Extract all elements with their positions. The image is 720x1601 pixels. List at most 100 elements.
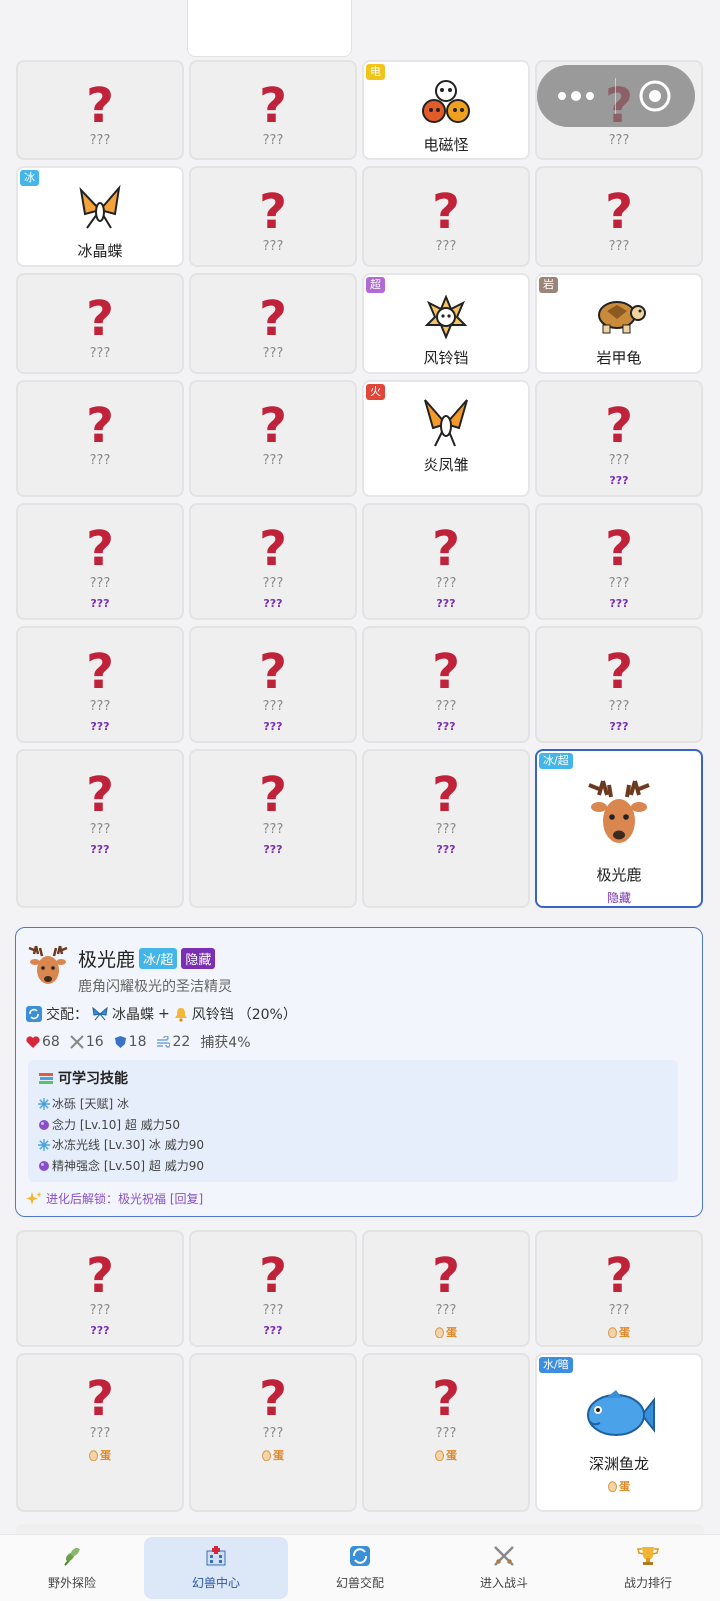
unknown-name: ??? <box>89 576 111 591</box>
beast-card-unknown[interactable]: ???? 蛋 <box>362 1230 530 1347</box>
hidden-label: ??? <box>263 843 283 856</box>
beast-card-unknown[interactable]: ???? <box>189 273 357 374</box>
rarity-label: 隐藏 <box>606 891 631 905</box>
beast-card-unknown[interactable]: ???? <box>535 166 703 267</box>
skill-text: 冰冻光线 [Lv.30] 冰 威力90 <box>52 1138 205 1152</box>
beast-name: 深渊鱼龙 <box>588 1455 649 1473</box>
herb-icon <box>61 1545 83 1570</box>
beast-card-unknown[interactable]: ??????? <box>535 380 703 497</box>
beast-card-unknown[interactable]: ??????? <box>189 1230 357 1347</box>
beast-card-unknown[interactable]: ??????? <box>16 749 184 908</box>
beast-card-magnet-cluster[interactable]: 电电磁怪 <box>362 60 530 160</box>
nav-item-4[interactable]: 战力排行 <box>576 1535 720 1601</box>
beast-card-unknown[interactable]: ???? <box>16 60 184 160</box>
breed-info: 交配： 冰晶蝶 + 风铃铛 （20%） <box>26 1004 297 1024</box>
unknown-name: ??? <box>262 346 284 361</box>
question-mark-icon: ? <box>259 78 287 134</box>
unknown-name: ??? <box>89 453 111 468</box>
beast-card-unknown[interactable]: ??????? <box>362 749 530 908</box>
hidden-label: ??? <box>609 720 629 733</box>
more-dot-icon <box>558 92 566 100</box>
question-mark-icon: ? <box>432 521 460 577</box>
question-mark-icon: ? <box>432 1248 460 1304</box>
beast-card-bell-creature[interactable]: 超风铃铛 <box>362 273 530 374</box>
more-menu-button[interactable] <box>537 91 615 101</box>
unknown-name: ??? <box>608 576 630 591</box>
beast-name: 冰晶蝶 <box>77 242 123 260</box>
hp-stat: 68 <box>26 1034 60 1050</box>
beast-card-unknown[interactable]: ???? <box>189 60 357 160</box>
question-mark-icon: ? <box>259 398 287 454</box>
question-mark-icon: ? <box>259 644 287 700</box>
beast-name: 极光鹿 <box>596 866 642 884</box>
beast-card-deer[interactable]: 冰/超 极光鹿 隐藏 <box>535 749 703 908</box>
beast-card-unknown[interactable]: ???? <box>189 166 357 267</box>
beast-card-unknown[interactable]: ???? <box>189 380 357 497</box>
nav-item-0[interactable]: 野外探险 <box>0 1535 144 1601</box>
unknown-name: ??? <box>435 1303 457 1318</box>
beast-card-unknown[interactable]: ??????? <box>362 503 530 620</box>
type-badge: 岩 <box>539 277 558 293</box>
egg-text: 蛋 <box>446 1449 457 1462</box>
more-dot-icon <box>586 92 594 100</box>
unknown-name: ??? <box>435 822 457 837</box>
beast-name: 炎凤雏 <box>423 456 469 474</box>
unknown-name: ??? <box>435 699 457 714</box>
type-badge: 电 <box>366 64 385 80</box>
egg-text: 蛋 <box>100 1449 111 1462</box>
question-mark-icon: ? <box>86 1371 114 1427</box>
cycle-icon <box>26 1006 42 1022</box>
beast-card-butterfly[interactable]: 冰冰晶蝶 <box>16 166 184 267</box>
type-tag: 冰/超 <box>139 948 178 969</box>
unknown-name: ??? <box>608 699 630 714</box>
wind-icon <box>157 1035 171 1048</box>
beast-card-fish[interactable]: 水/暗 深渊鱼龙蛋 <box>535 1353 703 1512</box>
detail-panel: 极光鹿 冰/超 隐藏 鹿角闪耀极光的圣洁精灵 交配： 冰晶蝶 + 风铃铛 （20… <box>15 927 703 1217</box>
beast-card-phoenix[interactable]: 火炎凤雏 <box>362 380 530 497</box>
egg-label: 蛋 <box>435 1447 457 1463</box>
def-value: 18 <box>128 1034 147 1050</box>
beast-card-unknown[interactable]: ???? <box>16 273 184 374</box>
unknown-name: ??? <box>89 346 111 361</box>
def-stat: 18 <box>114 1034 147 1050</box>
nav-item-2[interactable]: 幻兽交配 <box>288 1535 432 1601</box>
beast-card-unknown[interactable]: ??????? <box>189 503 357 620</box>
skill-item: 冰冻光线 [Lv.30] 冰 威力90 <box>38 1135 668 1156</box>
sparkles-icon <box>26 1191 42 1205</box>
breed-parent-2: 风铃铛 <box>191 1007 234 1023</box>
egg-label: 蛋 <box>608 1324 630 1340</box>
unknown-name: ??? <box>262 1426 284 1441</box>
beast-card-unknown[interactable]: ??????? <box>535 503 703 620</box>
beast-card-unknown[interactable]: ??????? <box>189 749 357 908</box>
beast-card-unknown[interactable]: ??????? <box>362 626 530 743</box>
skills-title: 可学习技能 <box>58 1071 128 1087</box>
beast-card-unknown[interactable]: ??????? <box>16 626 184 743</box>
beast-card-unknown[interactable]: ???? <box>362 166 530 267</box>
nav-item-1[interactable]: 幻兽中心 <box>144 1537 288 1599</box>
beast-card-unknown[interactable]: ???? 蛋 <box>535 1230 703 1347</box>
hidden-label: ??? <box>436 597 456 610</box>
shield-icon <box>114 1036 126 1048</box>
unknown-name: ??? <box>262 699 284 714</box>
crystal-ball-icon <box>39 1160 49 1171</box>
nav-label: 战力排行 <box>623 1576 672 1590</box>
question-mark-icon: ? <box>86 521 114 577</box>
beast-card-unknown[interactable]: ???? 蛋 <box>189 1353 357 1512</box>
beast-name: 风铃铛 <box>423 349 469 367</box>
close-program-button[interactable] <box>616 79 694 113</box>
beast-name: 岩甲龟 <box>596 349 642 367</box>
beast-card-unknown[interactable]: ??????? <box>16 503 184 620</box>
beast-card-unknown[interactable]: ??????? <box>16 1230 184 1347</box>
more-dot-icon <box>571 91 581 101</box>
beast-card-turtle[interactable]: 岩岩甲龟 <box>535 273 703 374</box>
hidden-label: ??? <box>436 843 456 856</box>
question-mark-icon: ? <box>605 644 633 700</box>
deer-icon <box>583 775 655 854</box>
beast-card-unknown[interactable]: ???? 蛋 <box>362 1353 530 1512</box>
nav-item-3[interactable]: 进入战斗 <box>432 1535 576 1601</box>
beast-card-unknown[interactable]: ???? 蛋 <box>16 1353 184 1512</box>
hidden-label: ??? <box>90 597 110 610</box>
beast-card-unknown[interactable]: ??????? <box>535 626 703 743</box>
beast-card-unknown[interactable]: ??????? <box>189 626 357 743</box>
beast-card-unknown[interactable]: ???? <box>16 380 184 497</box>
